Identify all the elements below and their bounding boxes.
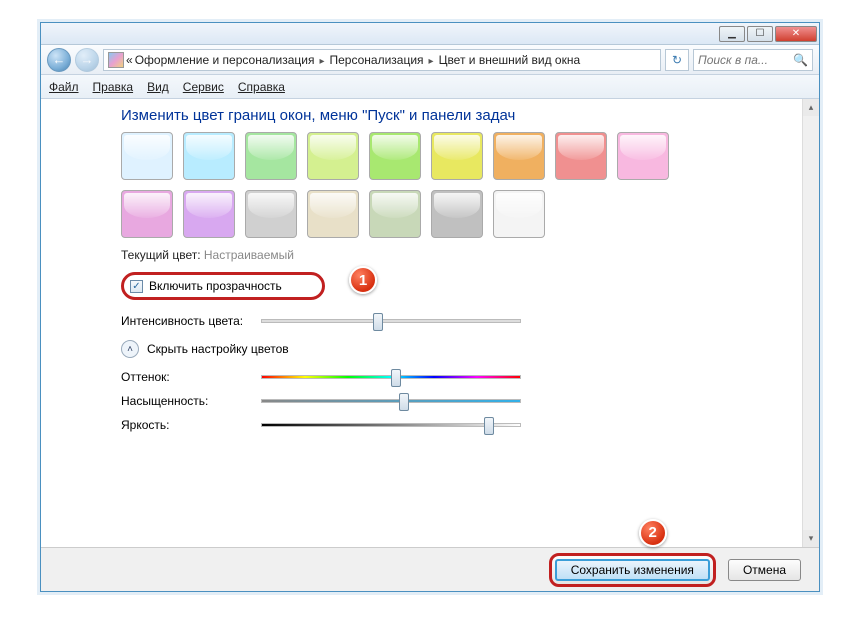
annotation-badge-2: 2 (639, 519, 667, 547)
color-swatch[interactable] (121, 132, 173, 180)
menu-tools[interactable]: Сервис (183, 80, 224, 94)
slider-thumb[interactable] (391, 369, 401, 387)
intensity-row: Интенсивность цвета: (121, 314, 819, 328)
current-color-row: Текущий цвет: Настраиваемый (121, 248, 819, 262)
color-swatch[interactable] (555, 132, 607, 180)
search-box[interactable]: 🔍 (693, 49, 813, 71)
maximize-button[interactable]: ☐ (747, 26, 773, 42)
breadcrumb-item[interactable]: Персонализация (329, 53, 423, 67)
color-swatch[interactable] (493, 132, 545, 180)
intensity-label: Интенсивность цвета: (121, 314, 251, 328)
minimize-button[interactable]: ▁ (719, 26, 745, 42)
slider-thumb[interactable] (484, 417, 494, 435)
control-panel-icon (108, 52, 124, 68)
hue-label: Оттенок: (121, 370, 251, 384)
breadcrumb-prefix: « (126, 53, 133, 67)
search-input[interactable] (698, 53, 789, 67)
content-area: Изменить цвет границ окон, меню "Пуск" и… (41, 99, 819, 591)
scroll-up-icon[interactable]: ▴ (803, 99, 819, 116)
color-swatch[interactable] (307, 190, 359, 238)
breadcrumb-item[interactable]: Оформление и персонализация (135, 53, 315, 67)
saturation-slider[interactable] (261, 399, 521, 403)
menu-file[interactable]: Файл (49, 80, 79, 94)
breadcrumb-item[interactable]: Цвет и внешний вид окна (439, 53, 581, 67)
color-swatch[interactable] (369, 190, 421, 238)
close-button[interactable]: ✕ (775, 26, 817, 42)
save-button[interactable]: Сохранить изменения (555, 559, 710, 581)
collapse-row[interactable]: ˄ Скрыть настройку цветов (121, 340, 819, 358)
saturation-label: Насыщенность: (121, 394, 251, 408)
chevron-up-icon: ˄ (121, 340, 139, 358)
hue-slider[interactable] (261, 375, 521, 379)
nav-back-button[interactable]: ← (47, 48, 71, 72)
menu-edit[interactable]: Правка (93, 80, 134, 94)
annotation-badge-1: 1 (349, 266, 377, 294)
color-swatch[interactable] (121, 190, 173, 238)
titlebar: ▁ ☐ ✕ (41, 23, 819, 45)
color-swatch[interactable] (245, 132, 297, 180)
intensity-slider[interactable] (261, 319, 521, 323)
color-swatch[interactable] (245, 190, 297, 238)
color-swatch[interactable] (183, 190, 235, 238)
menu-help[interactable]: Справка (238, 80, 285, 94)
slider-thumb[interactable] (399, 393, 409, 411)
chevron-right-icon (316, 53, 327, 67)
brightness-label: Яркость: (121, 418, 251, 432)
hue-row: Оттенок: (121, 370, 819, 384)
navbar: ← → « Оформление и персонализация Персон… (41, 45, 819, 75)
window: ▁ ☐ ✕ ← → « Оформление и персонализация … (40, 22, 820, 592)
current-color-label: Текущий цвет: (121, 248, 201, 262)
color-swatch[interactable] (617, 132, 669, 180)
scroll-down-icon[interactable]: ▾ (803, 530, 819, 547)
transparency-label: Включить прозрачность (149, 279, 282, 293)
menu-view[interactable]: Вид (147, 80, 169, 94)
page-title: Изменить цвет границ окон, меню "Пуск" и… (121, 107, 819, 124)
save-button-highlight: Сохранить изменения (549, 553, 716, 587)
color-swatch[interactable] (307, 132, 359, 180)
color-swatch[interactable] (431, 132, 483, 180)
collapse-label: Скрыть настройку цветов (147, 342, 289, 356)
color-swatch[interactable] (431, 190, 483, 238)
cancel-button[interactable]: Отмена (728, 559, 801, 581)
breadcrumb[interactable]: « Оформление и персонализация Персонализ… (103, 49, 661, 71)
vertical-scrollbar[interactable]: ▴ ▾ (802, 99, 819, 547)
color-swatch[interactable] (183, 132, 235, 180)
saturation-row: Насыщенность: (121, 394, 819, 408)
transparency-highlight: ✓ Включить прозрачность (121, 272, 325, 300)
transparency-checkbox[interactable]: ✓ (130, 280, 143, 293)
color-swatches (121, 132, 681, 238)
menubar: Файл Правка Вид Сервис Справка (41, 75, 819, 99)
chevron-right-icon (426, 53, 437, 67)
brightness-slider[interactable] (261, 423, 521, 427)
current-color-value: Настраиваемый (204, 248, 294, 262)
refresh-button[interactable]: ↻ (665, 49, 689, 71)
slider-thumb[interactable] (373, 313, 383, 331)
nav-forward-button[interactable]: → (75, 48, 99, 72)
color-swatch[interactable] (369, 132, 421, 180)
color-swatch[interactable] (493, 190, 545, 238)
search-icon: 🔍 (793, 53, 808, 67)
brightness-row: Яркость: (121, 418, 819, 432)
footer: 2 Сохранить изменения Отмена (41, 547, 819, 591)
